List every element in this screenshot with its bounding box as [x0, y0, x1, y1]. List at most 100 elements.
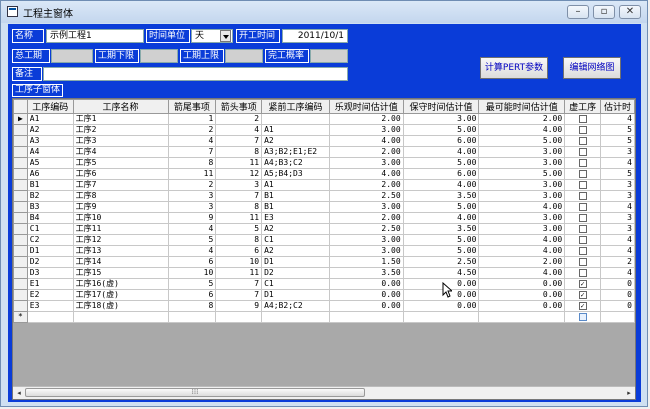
table-cell[interactable]	[167, 311, 217, 323]
row-selector[interactable]	[13, 245, 28, 257]
table-cell[interactable]: E3	[261, 212, 330, 224]
table-cell[interactable]: 3.00	[328, 157, 404, 169]
table-cell[interactable]: 7	[167, 146, 217, 158]
col-header-optimistic[interactable]: 乐观时间估计值	[328, 99, 404, 114]
table-cell[interactable]: 3.00	[478, 223, 566, 235]
table-cell[interactable]	[261, 113, 330, 125]
table-cell[interactable]: 4.00	[402, 179, 480, 191]
table-cell[interactable]: C1	[26, 223, 74, 235]
table-cell[interactable]: 0	[600, 289, 635, 301]
table-cell[interactable]: 工序3	[72, 135, 169, 147]
table-cell[interactable]: 4.00	[328, 168, 404, 180]
table-cell[interactable]: 4.00	[328, 135, 404, 147]
table-row[interactable]: B4 工序10 9 11 E3 2.00 4.00 3.00 3	[13, 212, 635, 224]
table-row[interactable]: A4 工序4 7 8 A3;B2;E1;E2 2.00 4.00 3.00 3	[13, 146, 635, 158]
table-cell[interactable]: 5.00	[402, 157, 480, 169]
table-cell[interactable]: 6	[215, 245, 263, 257]
table-cell[interactable]: B3	[26, 201, 74, 213]
table-row[interactable]: D2 工序14 6 10 D1 1.50 2.50 2.00 2	[13, 256, 635, 268]
checkbox[interactable]	[578, 312, 587, 321]
dummy-checkbox-cell[interactable]	[564, 135, 602, 147]
row-selector[interactable]: ▶	[13, 113, 28, 125]
col-header-tail-event[interactable]: 箭尾事项	[167, 99, 217, 114]
row-selector[interactable]	[13, 168, 28, 180]
col-header-predecessors[interactable]: 紧前工序编码	[261, 99, 330, 114]
table-cell[interactable]: C1	[261, 234, 330, 246]
table-cell[interactable]: 3.00	[478, 157, 566, 169]
table-cell[interactable]: A2	[26, 124, 74, 136]
dummy-checkbox-cell[interactable]	[564, 289, 602, 301]
checkbox[interactable]	[578, 147, 587, 156]
row-selector[interactable]	[13, 135, 28, 147]
table-cell[interactable]: B2	[26, 190, 74, 202]
table-cell[interactable]: 3	[600, 146, 635, 158]
table-cell[interactable]: 0.00	[478, 300, 566, 312]
dummy-checkbox-cell[interactable]	[564, 124, 602, 136]
row-selector[interactable]	[13, 223, 28, 235]
table-cell[interactable]: A1	[261, 179, 330, 191]
table-cell[interactable]: 5.00	[402, 124, 480, 136]
restore-button[interactable]: ▫	[593, 5, 615, 19]
table-cell[interactable]: 2	[167, 124, 217, 136]
duration-upper-field[interactable]	[225, 49, 263, 63]
table-cell[interactable]: 8	[215, 234, 263, 246]
scroll-thumb[interactable]: ⁞⁞⁞	[25, 388, 365, 397]
table-cell[interactable]: 4	[600, 201, 635, 213]
table-cell[interactable]: 7	[215, 278, 263, 290]
table-cell[interactable]: 9	[167, 212, 217, 224]
table-cell[interactable]: 3.00	[328, 201, 404, 213]
table-cell[interactable]: 工序13	[72, 245, 169, 257]
table-cell[interactable]: 3	[167, 201, 217, 213]
table-cell[interactable]: 3	[167, 190, 217, 202]
table-cell[interactable]: 5	[600, 124, 635, 136]
dummy-checkbox-cell[interactable]	[564, 311, 602, 323]
table-cell[interactable]: C1	[261, 278, 330, 290]
checkbox[interactable]	[578, 235, 587, 244]
table-cell[interactable]: 3	[600, 190, 635, 202]
table-row[interactable]: D1 工序13 4 6 A2 3.00 5.00 4.00 4	[13, 245, 635, 257]
table-cell[interactable]: 1.50	[328, 256, 404, 268]
table-cell[interactable]: D1	[261, 289, 330, 301]
table-cell[interactable]: 3	[600, 212, 635, 224]
table-cell[interactable]: 7	[215, 135, 263, 147]
table-cell[interactable]: 10	[215, 256, 263, 268]
table-cell[interactable]: 11	[215, 267, 263, 279]
edit-network-button[interactable]: 编辑网络图	[563, 57, 621, 79]
table-cell[interactable]: 8	[167, 300, 217, 312]
dummy-checkbox-cell[interactable]	[564, 146, 602, 158]
table-row[interactable]: A2 工序2 2 4 A1 3.00 5.00 4.00 5	[13, 124, 635, 136]
table-cell[interactable]: A6	[26, 168, 74, 180]
dummy-checkbox-cell[interactable]	[564, 168, 602, 180]
table-cell[interactable]: 4	[215, 124, 263, 136]
table-cell[interactable]: 6.00	[402, 135, 480, 147]
row-selector[interactable]	[13, 157, 28, 169]
checkbox[interactable]	[578, 268, 587, 277]
table-cell[interactable]: B1	[261, 201, 330, 213]
table-cell[interactable]: 2.00	[328, 179, 404, 191]
col-header-pessimistic[interactable]: 保守时间估计值	[402, 99, 480, 114]
table-cell[interactable]: 2	[167, 179, 217, 191]
table-cell[interactable]: 2.00	[328, 212, 404, 224]
table-cell[interactable]: 4	[600, 267, 635, 279]
table-cell[interactable]: 8	[215, 146, 263, 158]
table-cell[interactable]: A3;B2;E1;E2	[261, 146, 330, 158]
row-selector[interactable]	[13, 267, 28, 279]
table-cell[interactable]: 3.00	[328, 245, 404, 257]
table-cell[interactable]: 5	[600, 168, 635, 180]
dummy-checkbox-cell[interactable]	[564, 190, 602, 202]
table-cell[interactable]: E3	[26, 300, 74, 312]
row-selector[interactable]	[13, 289, 28, 301]
table-cell[interactable]: B1	[26, 179, 74, 191]
table-cell[interactable]: 4.50	[402, 267, 480, 279]
checkbox[interactable]	[578, 213, 587, 222]
table-cell[interactable]	[328, 311, 404, 323]
table-cell[interactable]: 工序15	[72, 267, 169, 279]
table-cell[interactable]: 0.00	[478, 278, 566, 290]
col-header-head-event[interactable]: 箭头事项	[215, 99, 263, 114]
table-cell[interactable]: 3	[600, 223, 635, 235]
table-cell[interactable]: 5	[215, 223, 263, 235]
table-cell[interactable]: E1	[26, 278, 74, 290]
start-date-field[interactable]: 2011/10/1	[282, 29, 348, 43]
table-cell[interactable]: A1	[261, 124, 330, 136]
table-cell[interactable]: 3.00	[478, 190, 566, 202]
